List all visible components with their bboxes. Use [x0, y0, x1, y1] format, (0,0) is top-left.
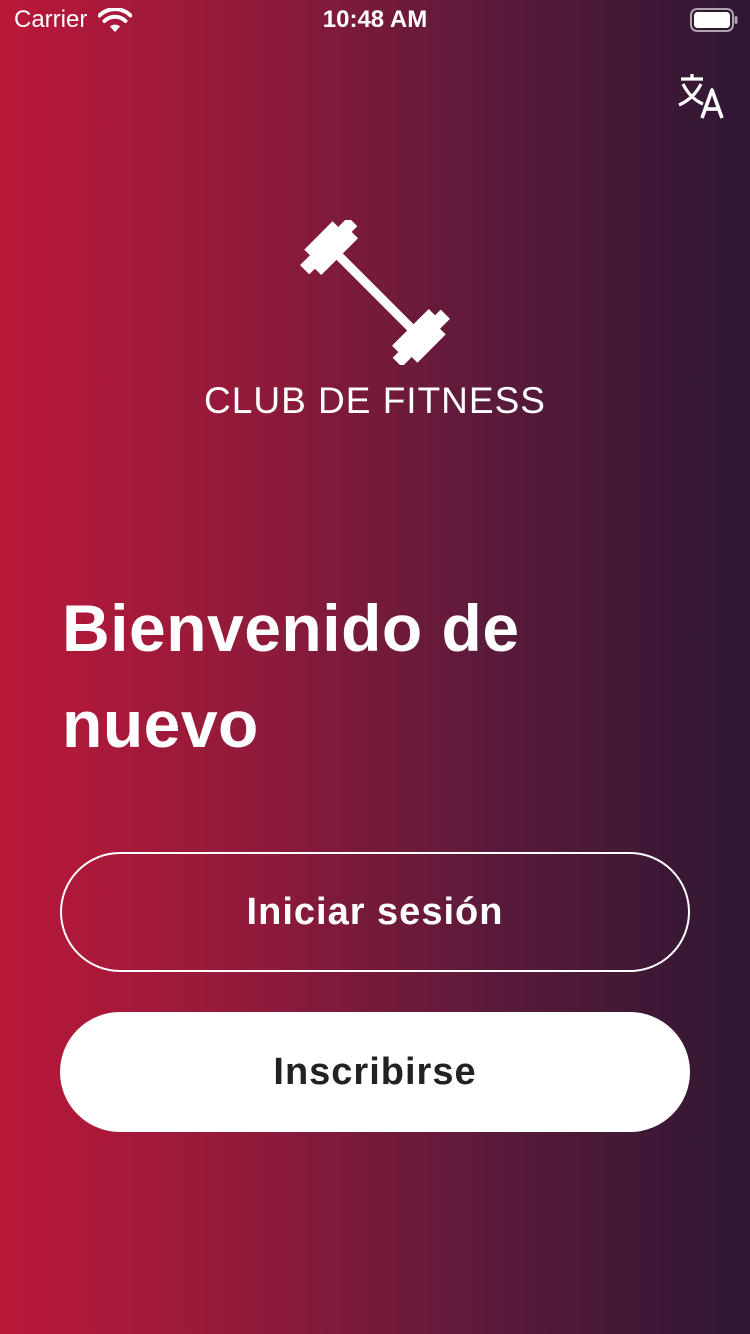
login-button[interactable]: Iniciar sesión [60, 852, 690, 972]
status-time: 10:48 AM [322, 6, 428, 33]
welcome-title: Bienvenido de nuevo [62, 591, 520, 761]
status-bar: Carrier 10:48 AM [0, 0, 750, 40]
barbell-icon [300, 220, 450, 365]
signup-button[interactable]: Inscribirse [60, 1012, 690, 1132]
translate-icon [678, 74, 724, 119]
language-button[interactable] [674, 70, 730, 126]
brand-name: CLUB DE FITNESS [204, 380, 546, 421]
battery-icon [690, 8, 738, 32]
welcome-screen: Carrier 10:48 AM CLUB DE FITNESS Bienven… [0, 0, 750, 1334]
